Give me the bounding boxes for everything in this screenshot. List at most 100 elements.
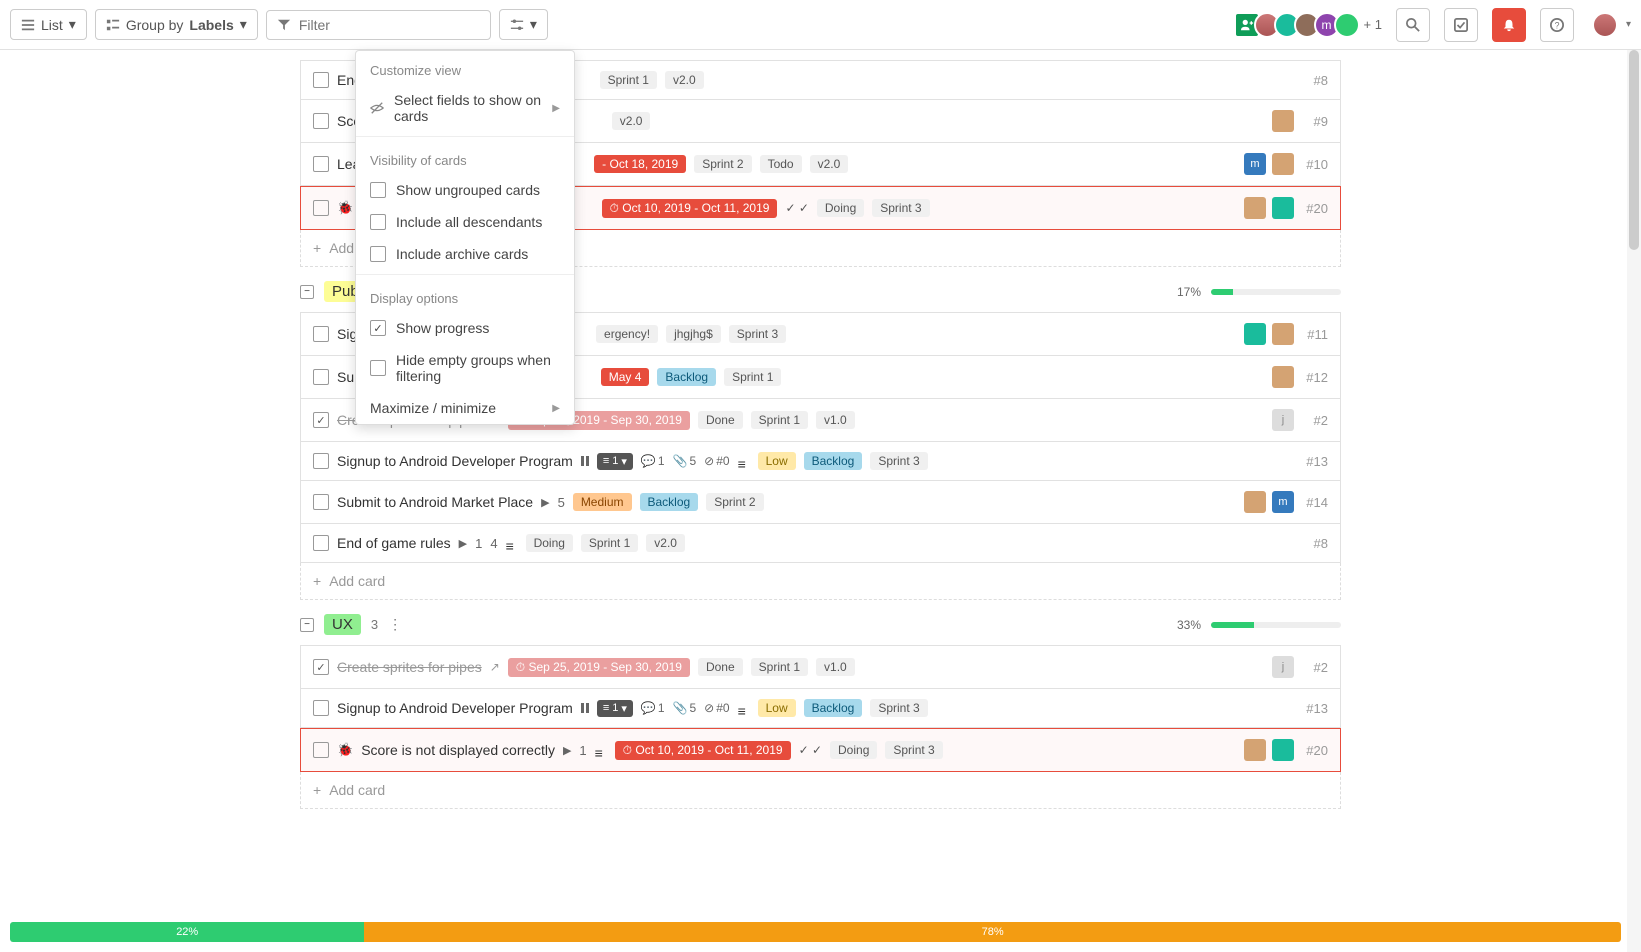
card-id: #11 (1300, 327, 1328, 342)
assignee-avatar[interactable] (1244, 739, 1266, 761)
card-row[interactable]: 🐞 Score is not displayed correctly ▶ 1 ⏱… (300, 728, 1341, 772)
card-checkbox[interactable] (313, 659, 329, 675)
pill: v2.0 (810, 155, 849, 173)
checkbox[interactable] (370, 182, 386, 198)
comments-icon: 💬 1 (641, 701, 665, 715)
assignee-avatar[interactable] (1272, 323, 1294, 345)
assignee-avatar[interactable] (1272, 197, 1294, 219)
card-checkbox[interactable] (313, 412, 329, 428)
help-button[interactable]: ? (1540, 8, 1574, 42)
assignee-avatar[interactable] (1272, 366, 1294, 388)
hide-empty-item[interactable]: Hide empty groups when filtering (356, 344, 574, 392)
card-checkbox[interactable] (313, 156, 329, 172)
checkbox[interactable] (370, 246, 386, 262)
assignee-avatar[interactable] (1244, 491, 1266, 513)
checks-icon: ✓ ✓ (785, 201, 808, 215)
card-checkbox[interactable] (313, 453, 329, 469)
select-fields-label: Select fields to show on cards (394, 92, 542, 124)
group-by-button[interactable]: Group by Labels ▾ (95, 9, 258, 40)
play-icon: ▶ (563, 744, 571, 757)
card-row[interactable]: End of game rules ▶ 1 4 Doing Sprint 1 v… (300, 524, 1341, 563)
card-row[interactable]: Create sprites for pipes ↗ ⏱ Sep 25, 201… (300, 645, 1341, 689)
assignee-avatar[interactable] (1272, 110, 1294, 132)
include-descendants-item[interactable]: Include all descendants (356, 206, 574, 238)
card-title: Signup to Android Developer Program (337, 453, 573, 469)
progress-green: 22% (10, 922, 364, 942)
filter-input-wrapper[interactable] (266, 10, 491, 40)
assignee-avatar[interactable] (1244, 197, 1266, 219)
avatar[interactable] (1334, 12, 1360, 38)
description-icon (506, 538, 518, 548)
search-button[interactable] (1396, 8, 1430, 42)
tasks-button[interactable] (1444, 8, 1478, 42)
pill: v2.0 (646, 534, 685, 552)
pill: Doing (830, 741, 877, 759)
scrollbar-thumb[interactable] (1629, 50, 1639, 250)
assignee-avatar[interactable]: m (1272, 491, 1294, 513)
pill: Doing (817, 199, 864, 217)
plus-icon: + (313, 573, 321, 589)
checkbox[interactable] (370, 360, 386, 376)
scrollbar[interactable] (1627, 50, 1641, 952)
bug-icon: 🐞 (337, 742, 353, 758)
assignee-avatar[interactable] (1272, 153, 1294, 175)
select-fields-item[interactable]: Select fields to show on cards ▶ (356, 84, 574, 132)
more-members[interactable]: + 1 (1364, 17, 1382, 32)
play-icon: ▶ (459, 537, 467, 550)
card-id: #12 (1300, 370, 1328, 385)
card-checkbox[interactable] (313, 535, 329, 551)
card-id: #14 (1300, 495, 1328, 510)
card-checkbox[interactable] (313, 113, 329, 129)
assignee-avatar[interactable]: j (1272, 409, 1294, 431)
assignee-avatar[interactable] (1272, 739, 1294, 761)
assignee-avatar[interactable] (1244, 323, 1266, 345)
user-avatar[interactable] (1592, 12, 1618, 38)
customize-view-button[interactable]: ▾ (499, 9, 548, 40)
date-pill: ⏱ Sep 25, 2019 - Sep 30, 2019 (508, 658, 690, 677)
pill: Sprint 1 (751, 658, 808, 676)
display-title: Display options (356, 279, 574, 312)
help-icon: ? (1550, 18, 1564, 32)
show-progress-item[interactable]: Show progress (356, 312, 574, 344)
add-card-label: Add (329, 240, 354, 256)
checkbox[interactable] (370, 320, 386, 336)
include-archive-item[interactable]: Include archive cards (356, 238, 574, 270)
collapse-button[interactable]: − (300, 285, 314, 299)
pill: Sprint 2 (706, 493, 763, 511)
assignee-avatar[interactable]: m (1244, 153, 1266, 175)
card-row[interactable]: Submit to Android Market Place ▶ 5 Mediu… (300, 481, 1341, 524)
card-checkbox[interactable] (313, 700, 329, 716)
card-row[interactable]: Signup to Android Developer Program ≡ 1 … (300, 442, 1341, 481)
card-checkbox[interactable] (313, 200, 329, 216)
card-checkbox[interactable] (313, 742, 329, 758)
collapse-button[interactable]: − (300, 618, 314, 632)
date-pill: ⏱ Oct 10, 2019 - Oct 11, 2019 (615, 741, 791, 760)
card-checkbox[interactable] (313, 326, 329, 342)
add-card-button[interactable]: + Add card (300, 772, 1341, 809)
hide-empty-label: Hide empty groups when filtering (396, 352, 560, 384)
card-checkbox[interactable] (313, 369, 329, 385)
notifications-button[interactable] (1492, 8, 1526, 42)
open-icon: ↗ (490, 660, 500, 674)
filter-input[interactable] (299, 17, 480, 33)
group-progress-bar (1211, 289, 1341, 295)
group-label[interactable]: UX (324, 614, 361, 635)
pause-icon (581, 703, 589, 713)
card-checkbox[interactable] (313, 494, 329, 510)
add-card-label: Add card (329, 782, 385, 798)
show-ungrouped-item[interactable]: Show ungrouped cards (356, 174, 574, 206)
group-menu-button[interactable]: ⋮ (388, 616, 402, 633)
add-card-button[interactable]: + Add card (300, 563, 1341, 600)
card-checkbox[interactable] (313, 72, 329, 88)
chevron-right-icon: ▶ (552, 103, 560, 114)
checkbox[interactable] (370, 214, 386, 230)
list-view-button[interactable]: List ▾ (10, 9, 87, 40)
card-row[interactable]: Signup to Android Developer Program ≡ 1 … (300, 689, 1341, 728)
assignee-avatar[interactable]: j (1272, 656, 1294, 678)
maximize-item[interactable]: Maximize / minimize ▶ (356, 392, 574, 424)
add-person-icon (1240, 18, 1254, 32)
group-count: 3 (371, 617, 378, 632)
topbar: List ▾ Group by Labels ▾ ▾ m + 1 (0, 0, 1641, 50)
plus-icon: + (313, 782, 321, 798)
card-id: #20 (1300, 743, 1328, 758)
